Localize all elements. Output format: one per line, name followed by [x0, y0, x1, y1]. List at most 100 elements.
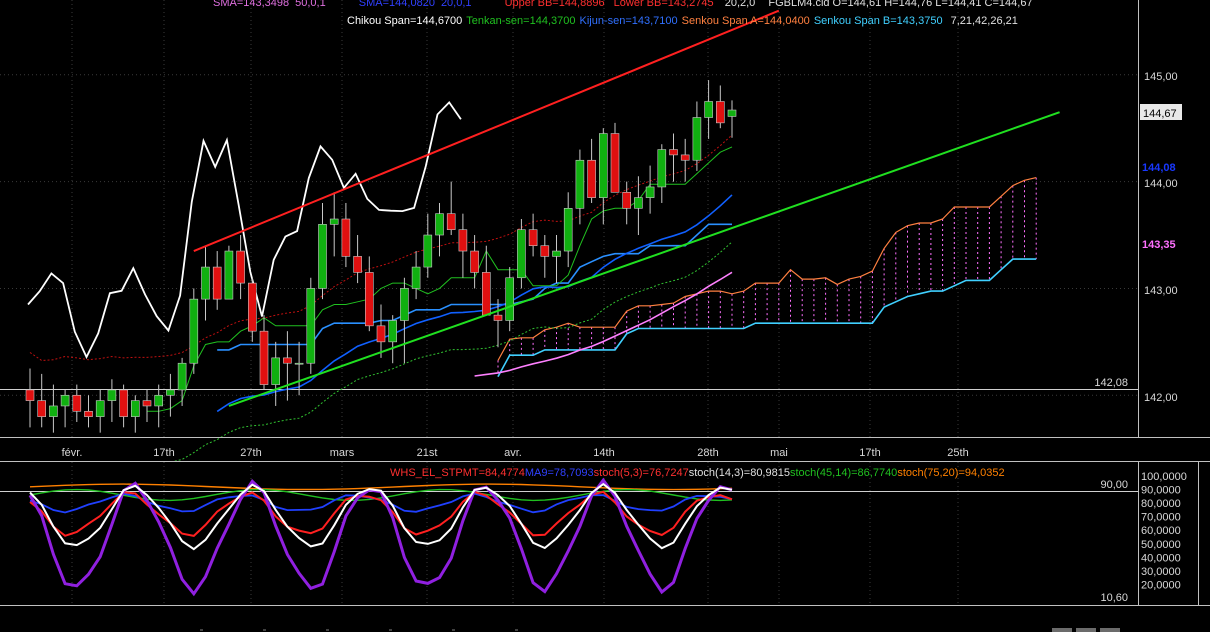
- bull-candle: [294, 362, 304, 365]
- bull-candle: [107, 389, 117, 401]
- bull-candle: [435, 213, 444, 236]
- bear-candle: [528, 229, 538, 247]
- legend-ichimoku-params: 7,21,42,26,21: [951, 15, 1018, 27]
- bear-candle: [25, 389, 35, 401]
- bear-candle: [353, 256, 362, 273]
- price-axis: 145,00 144,00 143,00 142,00 144,67 144,0…: [1140, 71, 1182, 404]
- oscillator-level-low-label: 10,60: [1100, 592, 1128, 604]
- legend-sma50: SMA=143,3498: [213, 0, 289, 9]
- price-panel: 142,08: [0, 0, 1210, 465]
- bear-candle: [283, 357, 292, 364]
- bull-candle: [166, 389, 175, 396]
- bull-candle: [645, 186, 655, 198]
- bull-candle: [189, 298, 199, 364]
- bear-candle: [680, 154, 690, 161]
- price-tick-142: 142,00: [1144, 392, 1178, 404]
- legend-bb-params: 20,2,0: [725, 0, 756, 9]
- legend-sma20: SMA=144,0820: [359, 0, 435, 9]
- bull-candle: [423, 234, 433, 268]
- legend-stoch-14-3: stoch(14,3)=80,9815: [689, 467, 790, 479]
- scroll-strip[interactable]: [0, 606, 1210, 632]
- bear-candle: [376, 325, 386, 343]
- bear-candle: [610, 133, 620, 193]
- bull-candle: [388, 320, 398, 343]
- bear-candle: [212, 266, 222, 300]
- time-label: avr.: [504, 447, 522, 459]
- oscillator-legend-row: WHS_EL_STPMT=84,4774MA9=78,7093stoch(5,3…: [390, 467, 1005, 479]
- legend-senkou-a: Senkou Span A=144,0400: [682, 15, 810, 27]
- bull-candle: [400, 288, 409, 321]
- last-price-label: 144,67: [1143, 108, 1177, 120]
- bear-candle: [72, 394, 82, 412]
- oscillator-legend: WHS_EL_STPMT=84,4774MA9=78,7093stoch(5,3…: [390, 467, 1005, 479]
- bull-candle: [517, 229, 526, 279]
- legend-ma9: MA9=78,7093: [525, 467, 594, 479]
- bear-candle: [259, 330, 269, 385]
- oscillator-level-90-label: 90,00: [1100, 479, 1128, 491]
- bear-candle: [37, 400, 47, 417]
- bull-candle: [131, 400, 140, 417]
- time-label: 25th: [947, 447, 968, 459]
- legend-stoch-5-3: stoch(5,3)=76,7247: [594, 467, 689, 479]
- oscillator-tick: 70,0000: [1141, 512, 1181, 524]
- price-tick-144: 144,00: [1144, 178, 1178, 190]
- legend-chikou: Chikou Span=144,6700: [347, 15, 462, 27]
- scroll-button-1[interactable]: [1052, 628, 1072, 632]
- legend-lower-bb: Lower BB=143,2745: [614, 0, 714, 9]
- legend-sma20-params: 20,0,1: [441, 0, 472, 9]
- time-label: 27th: [240, 447, 261, 459]
- time-label: 14th: [593, 447, 614, 459]
- bear-candle: [470, 250, 479, 273]
- bear-candle: [458, 229, 468, 252]
- bear-candle: [540, 245, 550, 257]
- legend-kijun: Kijun-sen=143,7100: [579, 15, 677, 27]
- time-label: 17th: [859, 447, 880, 459]
- legend-senkou-b: Senkou Span B=143,3750: [814, 15, 943, 27]
- bull-candle: [177, 362, 187, 391]
- bear-candle: [587, 159, 596, 198]
- scroll-button-2[interactable]: [1076, 628, 1096, 632]
- bull-candle: [49, 405, 58, 417]
- bull-candle: [306, 288, 316, 364]
- bull-candle: [563, 208, 573, 252]
- bear-candle: [493, 314, 503, 321]
- oscillator-tick: 40,0000: [1141, 552, 1181, 564]
- bull-candle: [575, 159, 585, 209]
- bear-candle: [84, 410, 93, 417]
- bull-candle: [318, 224, 327, 289]
- bull-candle: [657, 149, 667, 188]
- legend-row-2: Chikou Span=144,6700 Tenkan-sen=144,3700 K…: [347, 15, 1018, 27]
- bull-candle: [95, 400, 105, 417]
- legend-stoch-45-14: stoch(45,14)=86,7740: [790, 467, 897, 479]
- oscillator-panel: 90,00 10,60: [0, 461, 1210, 606]
- bear-candle: [446, 213, 456, 230]
- legend-stoch-75-20: stoch(75,20)=94,0352: [897, 467, 1004, 479]
- oscillator-tick: 20,0000: [1141, 579, 1181, 591]
- bull-candle: [505, 277, 515, 321]
- chart-canvas: 142,08 145,00 144,00 143,00 142,00 144,6…: [0, 0, 1210, 632]
- bull-candle: [411, 266, 421, 289]
- bear-candle: [142, 400, 152, 407]
- bear-candle: [481, 272, 491, 316]
- bear-candle: [364, 272, 374, 327]
- bull-candle: [727, 109, 737, 117]
- time-label: févr.: [62, 447, 83, 459]
- time-label: mai: [770, 447, 788, 459]
- oscillator-tick: 30,0000: [1141, 566, 1181, 578]
- price-tick-145: 145,00: [1144, 71, 1178, 83]
- bear-candle: [248, 282, 257, 332]
- bull-candle: [634, 197, 643, 209]
- bear-candle: [622, 191, 632, 209]
- legend-sma50-params: 50,0,1: [295, 0, 326, 9]
- scroll-button-3[interactable]: [1100, 628, 1120, 632]
- time-label: 17th: [153, 447, 174, 459]
- legend-upper-bb: Upper BB=144,8896: [505, 0, 605, 9]
- bull-candle: [704, 101, 713, 118]
- bull-candle: [598, 133, 608, 198]
- bear-candle: [669, 149, 678, 156]
- oscillator-panel-bg: [0, 462, 1138, 604]
- legend-ohlc: FGBLM4.cld O=144,61 H=144,76 L=144,41 C=…: [768, 0, 1032, 9]
- oscillator-tick: 60,0000: [1141, 525, 1181, 537]
- legend-tenkan: Tenkan-sen=144,3700: [466, 15, 575, 27]
- bull-candle: [329, 218, 339, 225]
